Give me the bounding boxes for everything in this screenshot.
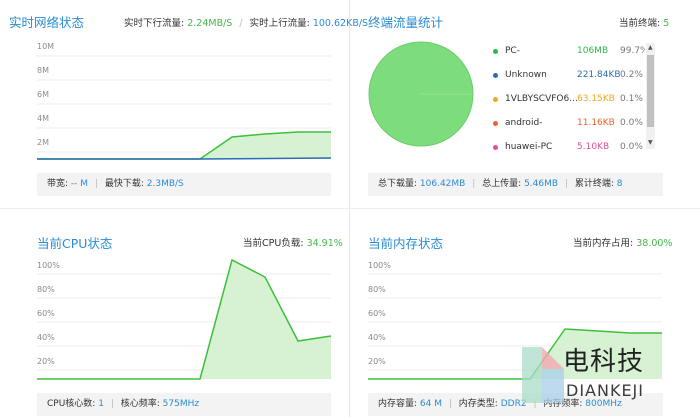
watermark-cn-text: 电科技 — [563, 347, 645, 377]
watermark: 电科技 DIANKEJI — [520, 345, 700, 417]
watermark-logo-icon — [522, 347, 564, 403]
separator: | — [448, 399, 452, 409]
memory-capacity-label: 内存容量: — [378, 399, 418, 409]
memory-type-label: 内存类型: — [458, 399, 498, 409]
watermark-en-text: DIANKEJI — [566, 381, 644, 400]
memory-capacity-value: 64 M — [419, 399, 442, 409]
